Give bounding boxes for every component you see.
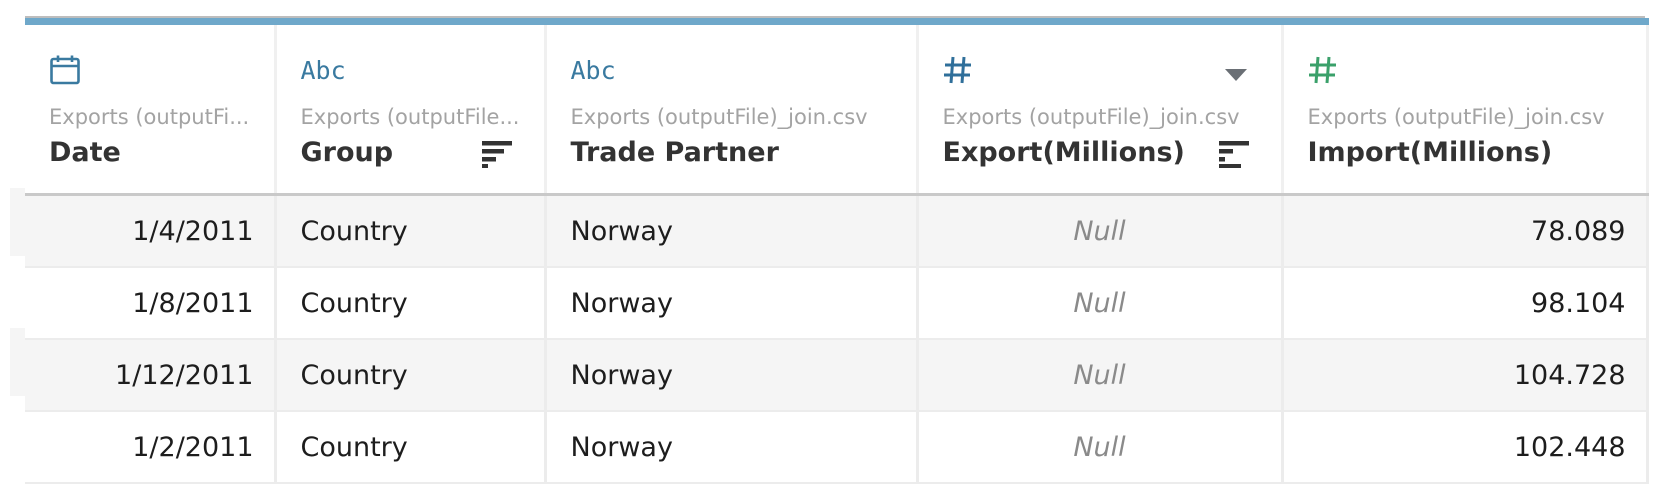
column-header-group[interactable]: Abc Exports (outputFile... Group <box>273 18 545 196</box>
data-grid: Exports (outputFi... Date Abc Exports (o… <box>25 18 1649 484</box>
cell-trade-partner[interactable]: Norway <box>543 267 917 340</box>
column-name[interactable]: Trade Partner <box>571 137 779 168</box>
number-icon[interactable] <box>1308 53 1338 87</box>
row-stripe-extension <box>10 328 25 396</box>
sort-descending-icon[interactable] <box>481 140 514 168</box>
column-source: Exports (outputFile)_join.csv <box>570 105 868 129</box>
cell-import[interactable]: 102.448 <box>1280 411 1649 484</box>
cell-import[interactable]: 78.089 <box>1280 194 1649 268</box>
cell-export[interactable]: Null <box>915 411 1282 484</box>
row-stripe-extension <box>10 188 25 256</box>
cell-date[interactable]: 1/4/2011 <box>25 194 275 268</box>
string-type-icon[interactable]: Abc <box>571 53 616 87</box>
header-row: Exports (outputFi... Date Abc Exports (o… <box>25 18 1649 196</box>
column-menu-dropdown-icon[interactable] <box>1224 69 1247 81</box>
column-header-export[interactable]: Exports (outputFile)_join.csv Export(Mil… <box>915 18 1282 196</box>
table-row[interactable]: 1/2/2011 Country Norway Null 102.448 <box>25 411 1649 484</box>
column-source: Exports (outputFi... <box>49 105 250 129</box>
cell-date[interactable]: 1/2/2011 <box>25 411 275 484</box>
cell-group[interactable]: Country <box>273 194 545 268</box>
cell-import[interactable]: 98.104 <box>1280 267 1649 340</box>
cell-import[interactable]: 104.728 <box>1280 339 1649 412</box>
cell-group[interactable]: Country <box>273 411 545 484</box>
cell-date[interactable]: 1/8/2011 <box>25 267 275 340</box>
column-source: Exports (outputFile... <box>300 105 520 129</box>
column-header-trade-partner[interactable]: Abc Exports (outputFile)_join.csv Trade … <box>543 18 917 196</box>
cell-group[interactable]: Country <box>273 339 545 412</box>
column-name[interactable]: Date <box>49 137 121 168</box>
cell-date[interactable]: 1/12/2011 <box>25 339 275 412</box>
cell-trade-partner[interactable]: Norway <box>543 339 917 412</box>
cell-trade-partner[interactable]: Norway <box>543 194 917 268</box>
calendar-icon[interactable] <box>49 53 81 87</box>
cell-export[interactable]: Null <box>915 267 1282 340</box>
column-name[interactable]: Group <box>301 137 394 168</box>
table-row[interactable]: 1/4/2011 Country Norway Null 78.089 <box>25 194 1649 268</box>
cell-group[interactable]: Country <box>273 267 545 340</box>
sort-ascending-icon[interactable] <box>1218 140 1251 168</box>
column-name[interactable]: Export(Millions) <box>943 137 1185 168</box>
cell-export[interactable]: Null <box>915 194 1282 268</box>
column-name[interactable]: Import(Millions) <box>1308 137 1553 168</box>
column-header-import[interactable]: Exports (outputFile)_join.csv Import(Mil… <box>1280 18 1649 196</box>
table-row[interactable]: 1/8/2011 Country Norway Null 98.104 <box>25 267 1649 340</box>
string-type-icon[interactable]: Abc <box>301 53 346 87</box>
column-header-date[interactable]: Exports (outputFi... Date <box>25 18 275 196</box>
table-row[interactable]: 1/12/2011 Country Norway Null 104.728 <box>25 339 1649 412</box>
number-icon[interactable] <box>943 53 973 87</box>
cell-trade-partner[interactable]: Norway <box>543 411 917 484</box>
column-source: Exports (outputFile)_join.csv <box>942 105 1240 129</box>
cell-export[interactable]: Null <box>915 339 1282 412</box>
column-source: Exports (outputFile)_join.csv <box>1307 105 1605 129</box>
